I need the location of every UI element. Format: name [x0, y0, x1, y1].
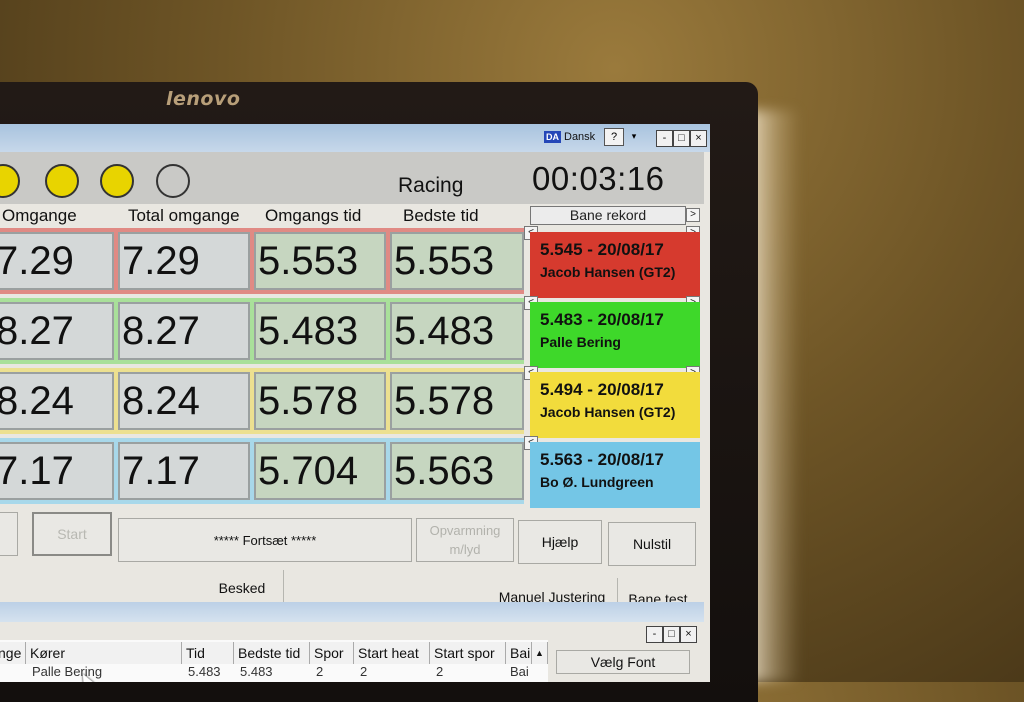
- column-header[interactable]: Start heat: [354, 642, 430, 664]
- race-status: Racing: [398, 174, 464, 197]
- table-cell: 2: [316, 664, 324, 679]
- start-light-icon: [100, 164, 134, 198]
- laps-cell: 8.27: [0, 302, 114, 360]
- column-header[interactable]: Bai: [506, 642, 532, 664]
- language-selector[interactable]: DA Dansk: [544, 129, 595, 145]
- column-header[interactable]: nge: [0, 642, 26, 664]
- best-time-cell: 5.578: [390, 372, 524, 430]
- record-time: 5.563 - 20/08/17: [540, 450, 664, 469]
- best-time-cell: 5.553: [390, 232, 524, 290]
- title-bar: DA Dansk ? ▾ - □ ×: [0, 124, 710, 152]
- record-holder: Jacob Hansen (GT2): [540, 264, 676, 280]
- start-light-icon: [156, 164, 190, 198]
- table-cell: 2: [360, 664, 368, 679]
- column-header[interactable]: Tid: [182, 642, 234, 664]
- column-header[interactable]: Bedste tid: [234, 642, 310, 664]
- help-button[interactable]: Hjælp: [518, 520, 602, 564]
- header-laps: Omgange: [2, 206, 77, 225]
- reset-button[interactable]: Nulstil: [608, 522, 696, 566]
- close-button[interactable]: ×: [680, 626, 697, 643]
- lap-time-cell: 5.578: [254, 372, 386, 430]
- total-laps-cell: 7.29: [118, 232, 250, 290]
- maximize-button[interactable]: □: [663, 626, 680, 643]
- start-button[interactable]: Start: [32, 512, 112, 556]
- column-header[interactable]: Spor: [310, 642, 354, 664]
- lane-record: 5.483 - 20/08/17 Palle Bering: [530, 302, 700, 368]
- flag-icon: DA: [544, 131, 561, 143]
- minimize-button[interactable]: -: [656, 130, 673, 147]
- header-track-record: Bane rekord: [530, 206, 686, 225]
- arrow-right-icon[interactable]: >: [686, 208, 700, 222]
- message-button[interactable]: Besked: [200, 572, 284, 604]
- lane-record: 5.563 - 20/08/17 Bo Ø. Lundgreen: [530, 442, 700, 508]
- record-holder: Palle Bering: [540, 334, 621, 350]
- lap-time-cell: 5.483: [254, 302, 386, 360]
- column-header[interactable]: Start spor: [430, 642, 506, 664]
- warmup-button[interactable]: Opvarmning m/lyd: [416, 518, 514, 562]
- choose-font-button[interactable]: Vælg Font: [556, 650, 690, 674]
- language-label: Dansk: [564, 131, 596, 143]
- warmup-label: Opvarmning: [429, 523, 501, 538]
- monitor-logo: lenovo: [166, 88, 241, 110]
- maximize-button[interactable]: □: [673, 130, 690, 147]
- warmup-sublabel: m/lyd: [449, 542, 481, 557]
- table-cell: Bai: [510, 664, 529, 679]
- close-button[interactable]: ×: [690, 130, 707, 147]
- total-laps-cell: 8.24: [118, 372, 250, 430]
- record-time: 5.545 - 20/08/17: [540, 240, 664, 259]
- record-holder: Jacob Hansen (GT2): [540, 404, 676, 420]
- total-laps-cell: 7.17: [118, 442, 250, 500]
- previous-button[interactable]: [0, 512, 18, 556]
- race-timer: 00:03:16: [532, 160, 665, 197]
- table-cell: 5.483: [240, 664, 273, 679]
- lane-record: 5.545 - 20/08/17 Jacob Hansen (GT2): [530, 232, 700, 298]
- record-holder: Bo Ø. Lundgreen: [540, 474, 654, 490]
- laps-cell: 7.29: [0, 232, 114, 290]
- continue-button[interactable]: ***** Fortsæt *****: [118, 518, 412, 562]
- header-best-time: Bedste tid: [403, 206, 479, 225]
- column-header[interactable]: Kører: [26, 642, 182, 664]
- app-screen: DA Dansk ? ▾ - □ × Racing 00:03:16 Omgan…: [0, 124, 710, 682]
- table-cell: 5.483: [188, 664, 221, 679]
- laps-cell: 8.24: [0, 372, 114, 430]
- laps-cell: 7.17: [0, 442, 114, 500]
- header-total-laps: Total omgange: [128, 206, 240, 225]
- minimize-button[interactable]: -: [646, 626, 663, 643]
- header-lap-time: Omgangs tid: [265, 206, 362, 225]
- best-time-cell: 5.563: [390, 442, 524, 500]
- lane-record: 5.494 - 20/08/17 Jacob Hansen (GT2): [530, 372, 700, 438]
- subwindow-titlebar: [0, 602, 704, 622]
- total-laps-cell: 8.27: [118, 302, 250, 360]
- chevron-down-icon[interactable]: ▾: [628, 128, 640, 144]
- scroll-up-icon[interactable]: ▲: [532, 642, 548, 664]
- help-icon[interactable]: ?: [604, 128, 624, 146]
- lap-time-cell: 5.704: [254, 442, 386, 500]
- lap-time-cell: 5.553: [254, 232, 386, 290]
- table-cell: 2: [436, 664, 444, 679]
- record-time: 5.494 - 20/08/17: [540, 380, 664, 399]
- start-light-icon: [45, 164, 79, 198]
- best-time-cell: 5.483: [390, 302, 524, 360]
- record-time: 5.483 - 20/08/17: [540, 310, 664, 329]
